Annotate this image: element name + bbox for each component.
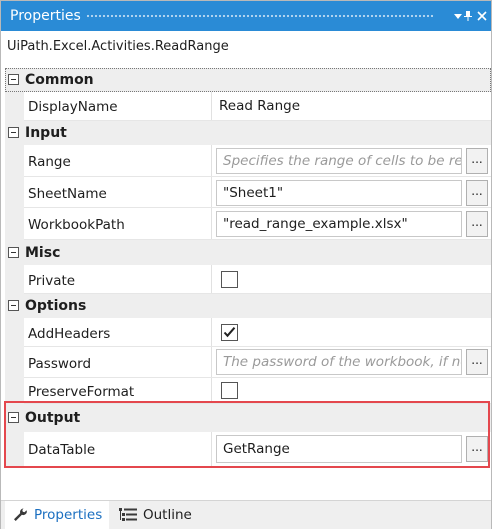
addheaders-checkbox[interactable] bbox=[221, 324, 238, 341]
property-name: Range bbox=[28, 154, 71, 170]
property-name: WorkbookPath bbox=[28, 217, 125, 233]
property-row-preserveformat[interactable]: PreserveFormat bbox=[5, 378, 491, 404]
property-name: Password bbox=[28, 356, 92, 372]
workbookpath-ellipsis-button[interactable]: ... bbox=[466, 211, 488, 237]
property-row-sheetname[interactable]: SheetName "Sheet1" ... bbox=[5, 177, 491, 208]
property-row-displayname[interactable]: DisplayName Read Range bbox=[5, 92, 491, 121]
property-name: SheetName bbox=[28, 186, 107, 202]
category-options[interactable]: Options bbox=[5, 294, 491, 318]
property-row-workbookpath[interactable]: WorkbookPath "read_range_example.xlsx" .… bbox=[5, 208, 491, 240]
collapse-icon[interactable] bbox=[8, 300, 19, 311]
collapse-icon[interactable] bbox=[8, 412, 19, 423]
category-label: Misc bbox=[25, 245, 61, 261]
range-input[interactable]: Specifies the range of cells to be read bbox=[216, 148, 462, 174]
property-row-private[interactable]: Private bbox=[5, 265, 491, 294]
property-name: DataTable bbox=[28, 442, 96, 458]
property-name: Private bbox=[28, 273, 76, 289]
collapse-icon[interactable] bbox=[8, 247, 19, 258]
sheetname-input[interactable]: "Sheet1" bbox=[216, 180, 462, 206]
title-bar: Properties bbox=[1, 1, 491, 31]
wrench-icon bbox=[12, 507, 28, 523]
tab-label: Outline bbox=[143, 507, 192, 523]
property-name: PreserveFormat bbox=[28, 384, 135, 400]
category-common[interactable]: Common bbox=[5, 68, 491, 92]
workbookpath-input[interactable]: "read_range_example.xlsx" bbox=[216, 211, 462, 237]
tab-label: Properties bbox=[34, 507, 103, 523]
activity-type-label: UiPath.Excel.Activities.ReadRange bbox=[7, 39, 229, 54]
checkmark-icon bbox=[223, 327, 236, 338]
category-label: Input bbox=[25, 125, 67, 141]
outline-tree-icon bbox=[119, 508, 137, 522]
category-label: Common bbox=[25, 72, 94, 88]
property-row-range[interactable]: Range Specifies the range of cells to be… bbox=[5, 145, 491, 177]
property-name: AddHeaders bbox=[28, 326, 111, 342]
category-label: Options bbox=[25, 298, 87, 314]
tab-properties[interactable]: Properties bbox=[5, 501, 109, 529]
close-icon[interactable] bbox=[473, 7, 491, 25]
collapse-icon[interactable] bbox=[8, 127, 19, 138]
displayname-value[interactable]: Read Range bbox=[219, 98, 300, 114]
property-row-addheaders[interactable]: AddHeaders bbox=[5, 318, 491, 347]
category-input[interactable]: Input bbox=[5, 121, 491, 145]
property-name: DisplayName bbox=[28, 99, 118, 115]
collapse-icon[interactable] bbox=[8, 74, 19, 85]
category-label: Output bbox=[25, 410, 81, 426]
datatable-input[interactable]: GetRange bbox=[216, 435, 462, 463]
panel-title: Properties bbox=[10, 8, 81, 24]
tab-outline[interactable]: Outline bbox=[113, 501, 203, 529]
bottom-tab-bar: Properties Outline bbox=[1, 500, 491, 529]
preserveformat-checkbox[interactable] bbox=[221, 382, 238, 399]
properties-panel: Properties UiPath.Excel.Activities.ReadR… bbox=[0, 0, 492, 529]
category-output[interactable]: Output bbox=[5, 404, 491, 432]
property-grid: Common DisplayName Read Range Input Rang… bbox=[5, 68, 491, 470]
password-input[interactable]: The password of the workbook, if needed bbox=[216, 349, 462, 375]
drag-grip[interactable] bbox=[86, 14, 433, 19]
property-row-datatable[interactable]: DataTable GetRange ... bbox=[5, 432, 491, 466]
category-misc[interactable]: Misc bbox=[5, 240, 491, 265]
datatable-ellipsis-button[interactable]: ... bbox=[466, 436, 488, 462]
property-row-password[interactable]: Password The password of the workbook, i… bbox=[5, 347, 491, 378]
password-ellipsis-button[interactable]: ... bbox=[466, 349, 488, 375]
sheetname-ellipsis-button[interactable]: ... bbox=[466, 180, 488, 206]
private-checkbox[interactable] bbox=[221, 271, 238, 288]
range-ellipsis-button[interactable]: ... bbox=[466, 148, 488, 174]
